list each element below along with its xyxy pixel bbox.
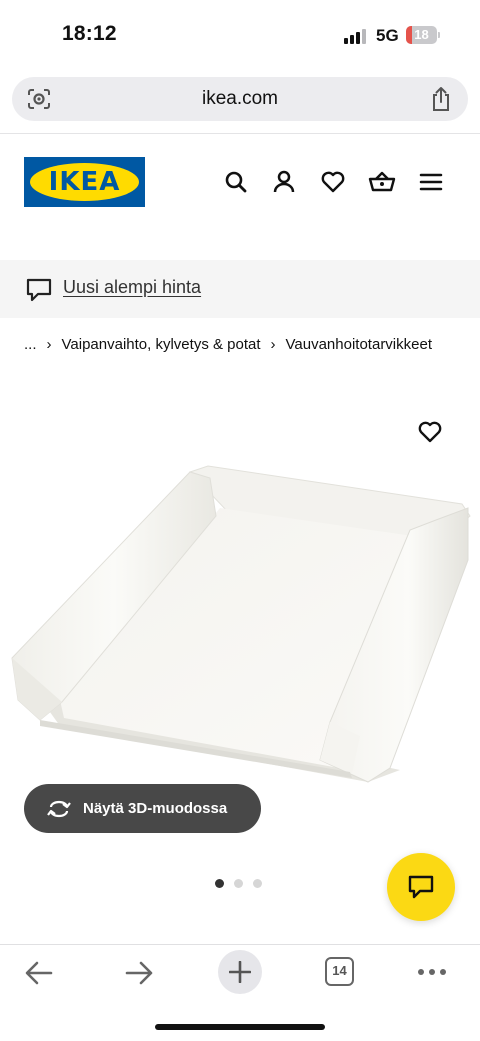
breadcrumb-item[interactable]: Vauvanhoitotarvikkeet: [286, 336, 432, 353]
basket-icon[interactable]: [368, 168, 396, 196]
speech-bubble-icon: [26, 278, 52, 302]
network-label: 5G: [376, 26, 399, 45]
toolbar-divider: [0, 944, 480, 945]
breadcrumb-item[interactable]: ...: [24, 336, 37, 353]
heart-icon[interactable]: [320, 168, 346, 196]
image-carousel-dots: [215, 879, 262, 889]
url-text[interactable]: ikea.com: [12, 77, 468, 121]
promo-link[interactable]: Uusi alempi hinta: [63, 277, 201, 298]
share-icon[interactable]: [430, 86, 452, 112]
view-3d-label: Näytä 3D-muodossa: [83, 800, 228, 817]
more-icon[interactable]: [417, 968, 447, 976]
new-tab-button[interactable]: [218, 950, 262, 994]
signal-icon: [344, 28, 368, 44]
header-divider: [0, 133, 480, 134]
rotate-3d-icon: [47, 800, 71, 818]
status-time: 18:12: [62, 22, 117, 45]
chat-button[interactable]: [387, 853, 455, 921]
product-image[interactable]: [0, 400, 480, 800]
carousel-dot[interactable]: [253, 879, 262, 888]
breadcrumb-separator: ›: [270, 335, 276, 353]
chat-icon: [408, 875, 434, 899]
battery-icon: 18: [406, 26, 440, 44]
search-icon[interactable]: [223, 168, 249, 196]
plus-icon: [229, 961, 251, 983]
account-icon[interactable]: [271, 168, 297, 196]
home-indicator: [155, 1024, 325, 1030]
favourite-heart-icon[interactable]: [417, 420, 443, 444]
forward-icon[interactable]: [124, 959, 154, 987]
breadcrumb-separator: ›: [46, 335, 52, 353]
carousel-dot[interactable]: [215, 879, 224, 888]
carousel-dot[interactable]: [234, 879, 243, 888]
status-bar: 18:12 5G 18: [0, 0, 480, 70]
promo-banner[interactable]: Uusi alempi hinta: [0, 260, 480, 318]
menu-icon[interactable]: [419, 168, 443, 196]
back-icon[interactable]: [24, 959, 54, 987]
logo-text: IKEA: [48, 167, 121, 197]
view-3d-button[interactable]: Näytä 3D-muodossa: [24, 784, 261, 833]
tabs-button[interactable]: 14: [325, 957, 354, 986]
address-bar[interactable]: ikea.com: [12, 77, 468, 121]
breadcrumb-item[interactable]: Vaipanvaihto, kylvetys & potat: [62, 336, 261, 353]
breadcrumb: ... › Vaipanvaihto, kylvetys & potat › V…: [24, 334, 432, 354]
ikea-logo[interactable]: IKEA: [24, 157, 145, 207]
battery-level: 18: [414, 27, 429, 42]
